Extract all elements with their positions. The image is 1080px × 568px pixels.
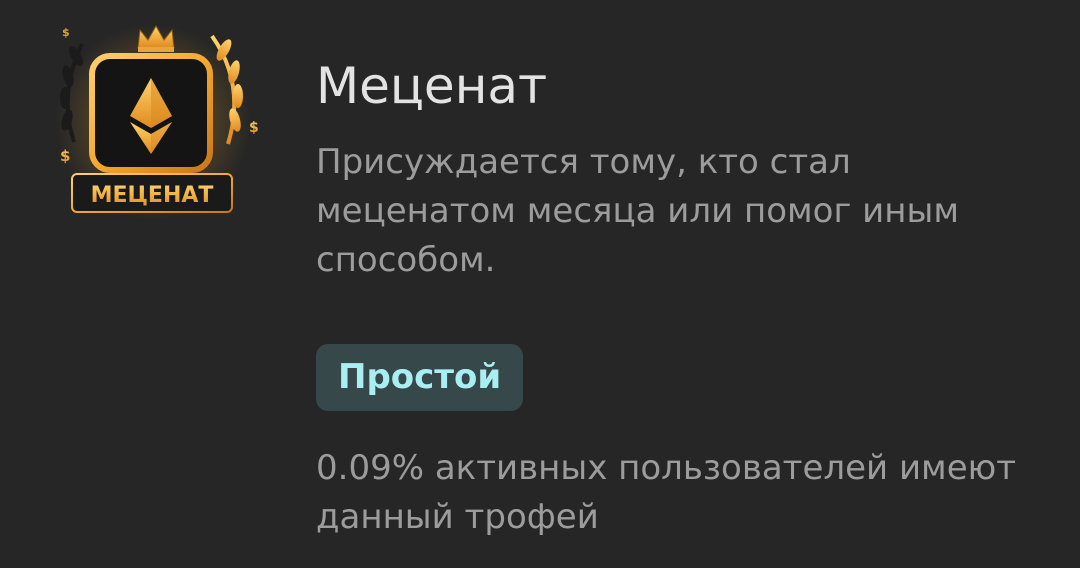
patron-trophy-icon: $ $ $ МЕЦЕНАТ [55, 24, 259, 220]
trophy-description: Присуждается тому, кто стал меценатом ме… [316, 142, 959, 280]
dollar-sign-icon: $ [62, 26, 70, 39]
rarity-badge: Простой [316, 344, 524, 411]
trophy-title: Меценат [316, 57, 548, 115]
trophy-card: $ $ $ МЕЦЕНАТ Меценат Присуждается тому,… [0, 0, 1080, 568]
plaque-text: МЕЦЕНАТ [91, 183, 214, 208]
dollar-sign-icon: $ [249, 120, 259, 136]
ownership-stat: 0.09% активных пользователей имеют данны… [316, 448, 1017, 537]
dollar-sign-icon: $ [60, 147, 70, 165]
